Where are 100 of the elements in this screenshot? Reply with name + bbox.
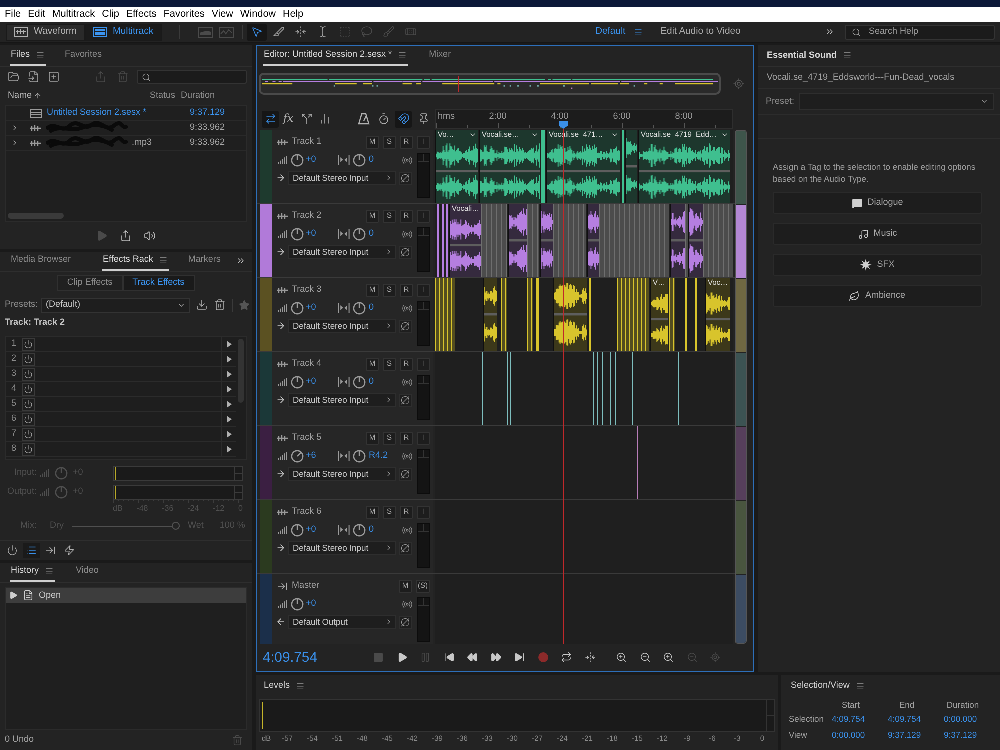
time-value[interactable]: 4:09.754 xyxy=(888,712,944,726)
right-triangle-icon[interactable] xyxy=(226,370,232,378)
broadcast-icon[interactable] xyxy=(402,524,413,536)
broadcast-icon[interactable] xyxy=(402,450,413,462)
track-name[interactable]: Track 3 xyxy=(292,283,322,297)
pan-value[interactable]: R4.2 xyxy=(369,449,395,463)
workspace-tab[interactable]: Default xyxy=(596,24,626,40)
broadcast-icon[interactable] xyxy=(402,228,413,240)
tag-button[interactable]: Music xyxy=(773,223,982,245)
io-dropdown[interactable]: Default Stereo Input xyxy=(288,393,396,407)
scrollbar-thumb[interactable] xyxy=(8,213,64,219)
audio-clip[interactable] xyxy=(536,278,539,351)
audio-clip[interactable] xyxy=(703,204,733,277)
volume-knob[interactable] xyxy=(291,524,304,536)
io-dropdown[interactable]: Default Stereo Input xyxy=(288,171,396,185)
menu-icon[interactable] xyxy=(634,28,643,36)
menu-item[interactable]: Favorites xyxy=(164,7,205,22)
slot-power-button[interactable] xyxy=(22,382,35,396)
menu-icon[interactable] xyxy=(296,682,306,690)
menu-item[interactable]: View xyxy=(212,7,234,22)
time-value[interactable]: 4:09.754 xyxy=(832,712,888,726)
pan-knob[interactable] xyxy=(353,376,366,388)
star-icon[interactable] xyxy=(239,300,250,310)
tag-button[interactable]: Ambience xyxy=(773,285,982,307)
audio-clip[interactable] xyxy=(435,278,455,351)
overflow-chevrons-icon[interactable] xyxy=(825,27,835,37)
menu-item[interactable]: Multitrack xyxy=(52,7,96,22)
time-value[interactable]: 9:37.129 xyxy=(944,728,1000,742)
tag-button[interactable]: SFX xyxy=(773,254,982,276)
tag-button[interactable]: Dialogue xyxy=(773,192,982,214)
panel-tab[interactable]: History xyxy=(10,562,56,582)
fold-arrows-icon[interactable] xyxy=(584,652,596,663)
trash-icon[interactable] xyxy=(214,299,226,311)
volume-value[interactable]: +0 xyxy=(306,301,338,315)
volume-knob[interactable] xyxy=(291,302,304,314)
right-triangle-icon[interactable] xyxy=(226,446,232,452)
slot-power-button[interactable] xyxy=(22,398,35,410)
menu-item[interactable]: Effects xyxy=(126,7,157,22)
volume-value[interactable]: +0 xyxy=(306,523,338,537)
history-item[interactable]: Open xyxy=(6,588,246,603)
phase-invert-button[interactable] xyxy=(399,172,412,184)
broadcast-icon[interactable] xyxy=(402,154,413,166)
phase-invert-button[interactable] xyxy=(399,246,412,258)
current-time[interactable]: 4:09.754 xyxy=(263,647,367,668)
audio-clip[interactable] xyxy=(527,278,533,351)
skip-forward-icon[interactable] xyxy=(514,652,526,663)
time-value[interactable]: 9:37.129 xyxy=(888,728,944,742)
slot-power-button[interactable] xyxy=(22,428,35,440)
track-name[interactable]: Track 1 xyxy=(292,135,322,149)
menu-icon[interactable] xyxy=(843,51,852,60)
download-icon[interactable] xyxy=(196,299,208,311)
pan-knob[interactable] xyxy=(353,228,366,240)
right-triangle-icon[interactable] xyxy=(226,340,232,348)
skip-back-icon[interactable] xyxy=(444,652,455,663)
file-row[interactable]: Untitled Session 2.sesx * 9:37.129 xyxy=(6,106,246,121)
volume-knob[interactable] xyxy=(291,376,304,388)
panel-tab[interactable]: Effects Rack xyxy=(102,251,170,271)
column-header[interactable]: Status xyxy=(150,89,176,103)
slot-power-button[interactable] xyxy=(22,352,35,366)
track-name[interactable]: Track 5 xyxy=(292,431,322,445)
chevron-down-icon[interactable] xyxy=(611,131,619,139)
mix-slider[interactable] xyxy=(72,522,180,530)
loop-icon[interactable] xyxy=(561,652,572,663)
time-value[interactable]: 0:00.000 xyxy=(944,712,1000,726)
volume-value[interactable]: +0 xyxy=(306,227,338,241)
volume-value[interactable]: +0 xyxy=(306,597,338,611)
effects-view-button[interactable]: fx xyxy=(280,110,297,128)
fast-forward-icon[interactable] xyxy=(490,652,502,663)
presets-dropdown[interactable]: (Default) xyxy=(41,298,190,312)
volume-knob[interactable] xyxy=(291,450,304,462)
metronome-icon[interactable] xyxy=(358,113,370,125)
panel-tab[interactable]: Files xyxy=(10,46,46,66)
audio-clip[interactable] xyxy=(541,130,545,203)
rewind-icon[interactable] xyxy=(467,652,478,663)
pan-knob[interactable] xyxy=(353,450,366,462)
pan-knob[interactable] xyxy=(353,524,366,536)
speaker-icon[interactable] xyxy=(144,230,156,242)
audio-clip[interactable] xyxy=(481,204,507,277)
io-dropdown[interactable]: Default Stereo Input xyxy=(288,467,396,481)
vertical-scrollbar[interactable] xyxy=(735,130,747,644)
pan-knob[interactable] xyxy=(353,302,366,314)
fold-arrows-icon[interactable] xyxy=(294,26,307,38)
pan-value[interactable]: 0 xyxy=(369,301,395,315)
track-name[interactable]: Track 4 xyxy=(292,357,322,371)
editor-tool-button[interactable] xyxy=(262,110,279,128)
time-ruler[interactable]: hms 2:00 4:00 6:00 8:00 xyxy=(435,109,733,129)
menu-item[interactable]: Help xyxy=(282,7,304,22)
phase-invert-button[interactable] xyxy=(399,616,412,628)
column-header[interactable]: Name xyxy=(8,89,32,103)
broadcast-icon[interactable] xyxy=(402,302,413,314)
view-mode-button[interactable]: Multitrack xyxy=(84,24,162,40)
io-dropdown[interactable]: Default Stereo Input xyxy=(288,541,396,555)
folder-open-icon[interactable] xyxy=(8,71,20,83)
audio-clip[interactable] xyxy=(685,204,688,277)
plus-square-icon[interactable] xyxy=(48,71,60,83)
phase-invert-button[interactable] xyxy=(399,320,412,332)
search-field[interactable] xyxy=(137,70,247,84)
column-header[interactable]: Duration xyxy=(181,89,216,103)
import-file-icon[interactable] xyxy=(28,71,40,83)
zoom-in-icon[interactable] xyxy=(616,652,628,663)
